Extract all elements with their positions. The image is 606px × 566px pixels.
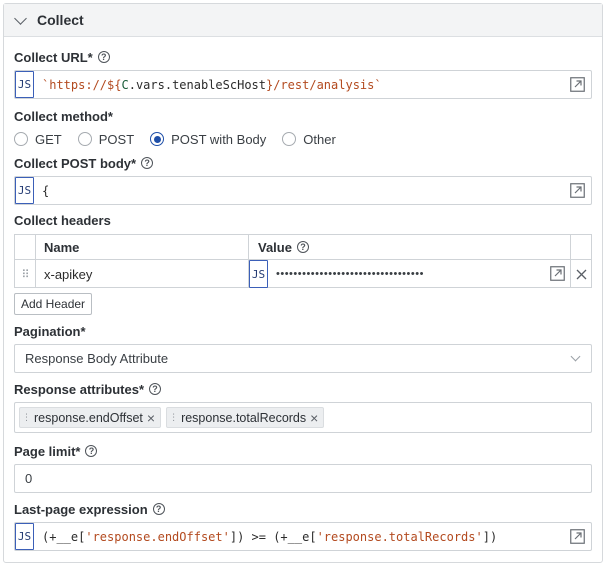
add-header-button[interactable]: Add Header — [14, 293, 93, 315]
collect-url-section: Collect URL* ? JS `https://${C.vars.tena… — [14, 48, 592, 99]
pagination-select[interactable]: Response Body Attribute — [14, 344, 592, 373]
chevron-down-icon — [570, 351, 581, 362]
js-badge: JS — [15, 523, 34, 550]
radio-circle[interactable] — [282, 132, 297, 146]
page-limit-section: Page limit* ? 0 — [14, 442, 592, 493]
drag-handle-icon[interactable]: ⋮ — [169, 412, 178, 423]
collect-url-input[interactable]: JS `https://${C.vars.tenableScHost}/rest… — [14, 70, 592, 99]
pagination-label: Pagination* — [14, 323, 86, 339]
response-attributes-input[interactable]: ⋮ response.endOffset × ⋮ response.totalR… — [14, 402, 592, 433]
response-attributes-label: Response attributes* ? — [14, 380, 592, 398]
collect-panel-header[interactable]: Collect — [4, 4, 602, 37]
chevron-down-icon[interactable] — [14, 11, 27, 25]
headers-section: Collect headers Name Value ? ⠿ x-apikey … — [14, 211, 592, 315]
last-page-section: Last-page expression ? JS (+__e['respons… — [14, 500, 592, 551]
post-body-input[interactable]: JS { — [14, 176, 592, 205]
collect-url-value: `https://${C.vars.tenableScHost}/rest/an… — [42, 77, 382, 92]
page-limit-label: Page limit* ? — [14, 442, 592, 460]
js-badge: JS — [15, 177, 34, 204]
help-icon[interactable]: ? — [149, 383, 162, 395]
pagination-section: Pagination* Response Body Attribute — [14, 322, 592, 373]
column-header-name: Name — [36, 235, 249, 259]
response-attributes-section: Response attributes* ? ⋮ response.endOff… — [14, 380, 592, 433]
expand-editor-icon[interactable] — [550, 266, 565, 281]
help-icon[interactable]: ? — [85, 445, 98, 457]
close-icon[interactable] — [576, 269, 587, 280]
expand-editor-icon[interactable] — [570, 529, 585, 544]
js-badge: JS — [15, 71, 34, 98]
header-value-masked: •••••••••••••••••••••••••••••••••• — [276, 268, 424, 280]
radio-circle[interactable] — [77, 132, 92, 146]
drag-handle-icon[interactable]: ⋮ — [22, 412, 31, 423]
page-limit-input[interactable]: 0 — [14, 464, 592, 493]
collect-url-label: Collect URL* ? — [14, 48, 592, 66]
post-body-label: Collect POST body* ? — [14, 154, 592, 172]
collect-method-radios: GET POST POST with Body Other — [14, 129, 592, 149]
js-badge: JS — [249, 260, 268, 288]
post-body-value: { — [42, 183, 50, 198]
expand-editor-icon[interactable] — [570, 77, 585, 92]
radio-post-with-body[interactable]: POST with Body — [150, 132, 266, 147]
column-header-value: Value ? — [249, 235, 571, 259]
tag-chip[interactable]: ⋮ response.endOffset × — [19, 407, 162, 428]
panel-title: Collect — [37, 12, 84, 28]
remove-tag-icon[interactable]: × — [310, 411, 318, 425]
header-value-input[interactable]: JS •••••••••••••••••••••••••••••••••• — [249, 260, 571, 288]
radio-get[interactable]: GET — [14, 132, 62, 147]
help-icon[interactable]: ? — [296, 241, 309, 253]
tag-chip[interactable]: ⋮ response.totalRecords × — [166, 407, 325, 428]
table-row: ⠿ x-apikey JS ••••••••••••••••••••••••••… — [15, 260, 591, 288]
help-icon[interactable]: ? — [152, 503, 165, 515]
radio-circle[interactable] — [14, 132, 28, 146]
radio-circle-checked[interactable] — [150, 132, 165, 146]
help-icon[interactable]: ? — [97, 51, 110, 63]
header-name-input[interactable]: x-apikey — [36, 260, 249, 288]
expand-editor-icon[interactable] — [570, 183, 585, 198]
drag-handle-icon[interactable]: ⠿ — [15, 260, 36, 288]
last-page-value: (+__e['response.endOffset']) >= (+__e['r… — [42, 529, 498, 544]
help-icon[interactable]: ? — [141, 157, 154, 169]
radio-other[interactable]: Other — [282, 132, 336, 147]
pagination-selected-value: Response Body Attribute — [25, 351, 169, 366]
headers-table: Name Value ? ⠿ x-apikey JS •••••••••••••… — [14, 234, 592, 288]
delete-row-button[interactable] — [571, 260, 591, 288]
last-page-label: Last-page expression ? — [14, 500, 592, 518]
remove-tag-icon[interactable]: × — [147, 411, 155, 425]
radio-post[interactable]: POST — [77, 132, 134, 147]
last-page-input[interactable]: JS (+__e['response.endOffset']) >= (+__e… — [14, 522, 592, 551]
collect-method-section: Collect method* GET POST POST with Body … — [14, 107, 592, 149]
collect-panel: Collect Collect URL* ? JS `https://${C.v… — [3, 3, 603, 563]
post-body-section: Collect POST body* ? JS { — [14, 154, 592, 205]
headers-table-head: Name Value ? — [15, 235, 591, 260]
collect-method-label: Collect method* — [14, 108, 113, 124]
headers-label: Collect headers — [14, 212, 111, 228]
